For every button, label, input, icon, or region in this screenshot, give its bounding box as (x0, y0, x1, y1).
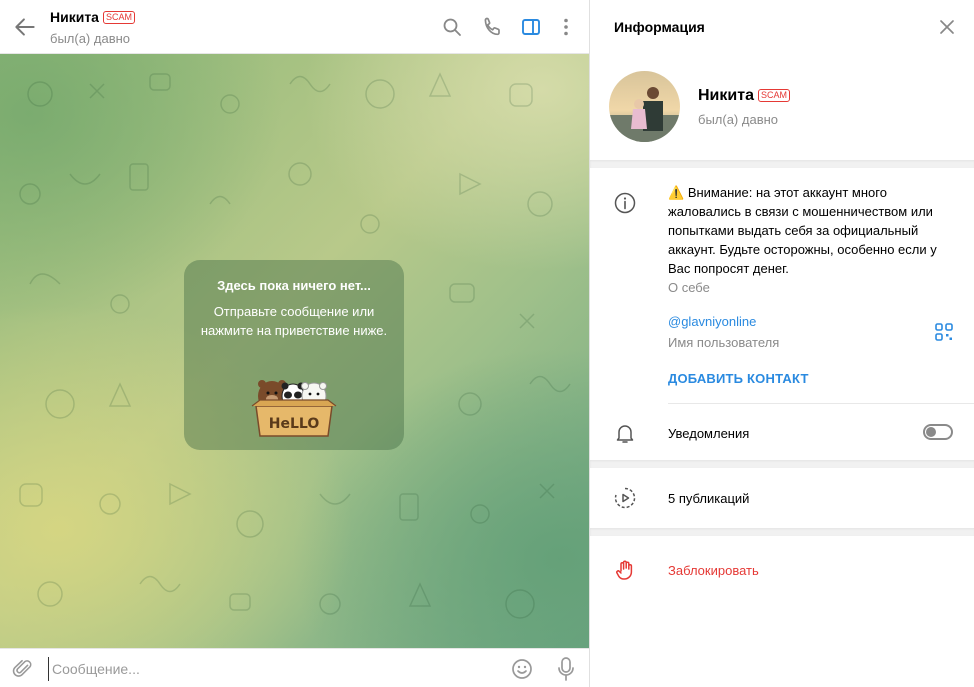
notifications-label: Уведомления (668, 426, 750, 441)
empty-chat-card: Здесь пока ничего нет... Отправьте сообщ… (184, 260, 404, 450)
stories-icon (614, 487, 636, 509)
hand-stop-icon (616, 560, 633, 580)
message-input[interactable] (48, 657, 488, 681)
profile-section: Никита SCAM был(а) давно (590, 54, 974, 160)
block-user-row[interactable]: Заблокировать (590, 537, 974, 603)
username-link[interactable]: @glavniyonline (668, 314, 756, 329)
username-label: Имя пользователя (668, 335, 780, 350)
peer-status: был(а) давно (50, 31, 131, 46)
info-title: Информация (614, 19, 705, 35)
warning-icon: ⚠️ (668, 185, 685, 200)
search-icon[interactable] (440, 15, 464, 39)
section-separator (590, 460, 974, 468)
empty-chat-title: Здесь пока ничего нет... (217, 278, 371, 293)
peer-name-text: Никита (50, 9, 99, 25)
phone-icon[interactable] (481, 15, 505, 39)
about-text-body: Внимание: на этот аккаунт много жаловали… (668, 185, 937, 276)
chat-panel: Никита SCAM был(а) давно Здесь пока ниче… (0, 0, 589, 687)
back-arrow-icon[interactable] (12, 14, 38, 40)
toggle-knob (926, 427, 936, 437)
about-text: ⚠️ Внимание: на этот аккаунт много жалов… (668, 183, 958, 278)
more-vertical-icon[interactable] (554, 15, 578, 39)
about-label: О себе (668, 280, 710, 295)
bell-icon (616, 425, 634, 443)
emoji-icon[interactable] (510, 657, 534, 681)
qr-code-icon[interactable] (935, 323, 953, 341)
posts-label: 5 публикаций (668, 491, 750, 506)
profile-name: Никита SCAM (698, 87, 790, 105)
close-icon[interactable] (938, 18, 956, 36)
hello-bears-sticker[interactable]: HeLLO (246, 366, 342, 438)
profile-name-text: Никита (698, 87, 754, 104)
microphone-icon[interactable] (554, 656, 578, 682)
info-icon (614, 192, 636, 214)
sidebar-toggle-icon[interactable] (519, 15, 543, 39)
message-composer (0, 648, 589, 687)
info-panel: Информация Никита SCAM был(а) давно ⚠️ В… (589, 0, 974, 687)
section-separator (590, 528, 974, 536)
info-header: Информация (590, 0, 974, 54)
chat-background: Здесь пока ничего нет... Отправьте сообщ… (0, 54, 589, 648)
notifications-row[interactable]: Уведомления (590, 404, 974, 460)
posts-row[interactable]: 5 публикаций (590, 468, 974, 528)
peer-name[interactable]: Никита SCAM (50, 9, 135, 25)
telegram-window: Никита SCAM был(а) давно Здесь пока ниче… (0, 0, 974, 687)
scam-badge: SCAM (102, 11, 135, 24)
section-separator (590, 160, 974, 168)
paperclip-icon[interactable] (12, 658, 34, 680)
chat-header: Никита SCAM был(а) давно (0, 0, 589, 54)
profile-scam-badge: SCAM (757, 89, 790, 102)
avatar[interactable] (609, 71, 680, 142)
empty-chat-text: Отправьте сообщение или нажмите на приве… (200, 304, 388, 338)
block-user-label: Заблокировать (668, 563, 759, 578)
profile-status: был(а) давно (698, 112, 779, 127)
notifications-toggle[interactable] (923, 424, 953, 440)
add-contact-button[interactable]: ДОБАВИТЬ КОНТАКТ (668, 371, 809, 386)
sticker-text: HeLLO (269, 416, 320, 432)
